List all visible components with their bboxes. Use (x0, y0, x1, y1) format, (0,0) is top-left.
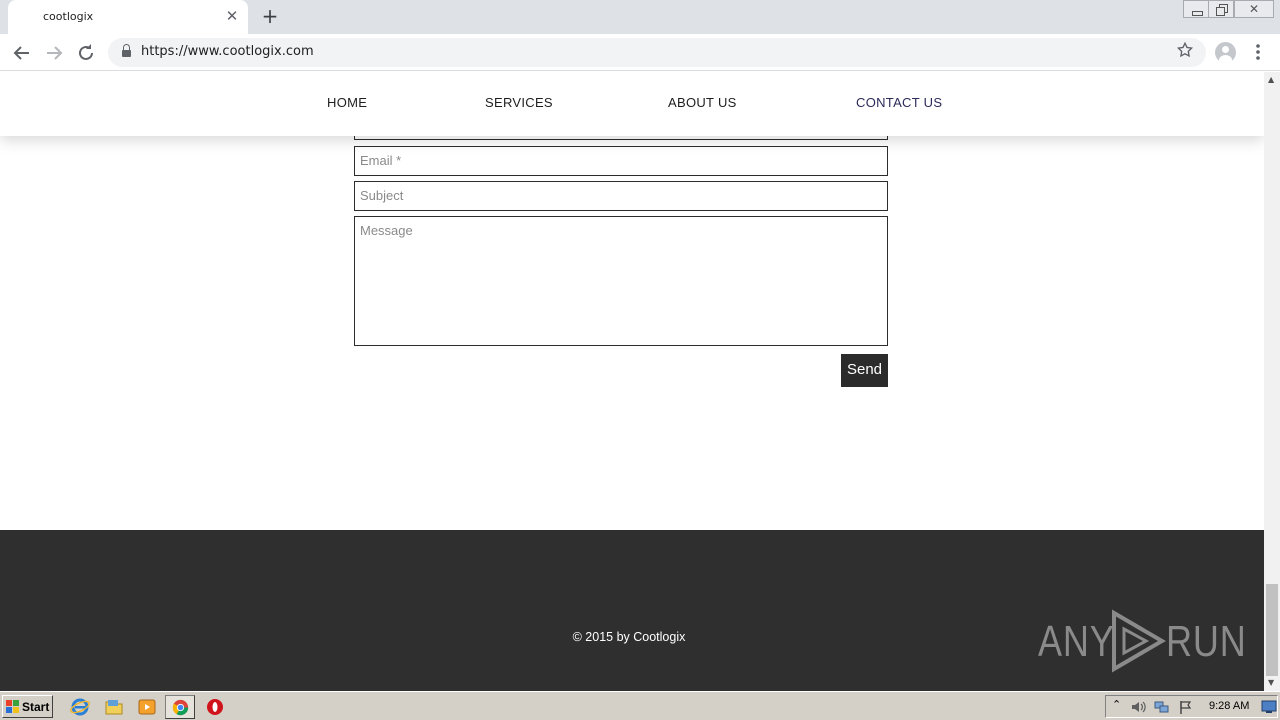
show-desktop-icon[interactable] (1261, 699, 1277, 714)
browser-tab[interactable]: cootlogix ✕ (8, 0, 248, 34)
scroll-thumb[interactable] (1266, 584, 1278, 676)
kebab-menu-icon[interactable] (1250, 41, 1266, 63)
folder-icon[interactable] (104, 697, 124, 717)
minimize-button[interactable] (1183, 0, 1209, 18)
taskbar-clock[interactable]: 9:28 AM (1209, 700, 1249, 712)
taskbar: Start ⌃ 9:28 AM (0, 691, 1280, 720)
watermark-right: RUN (1166, 617, 1247, 666)
internet-explorer-icon[interactable] (70, 697, 90, 717)
media-player-icon[interactable] (137, 697, 157, 717)
message-field[interactable]: Message (354, 216, 888, 346)
browser-toolbar: https://www.cootlogix.com (0, 34, 1280, 71)
close-icon: ✕ (1248, 2, 1260, 16)
subject-field[interactable]: Subject (354, 181, 888, 211)
nav-home[interactable]: HOME (327, 95, 367, 110)
site-footer: © 2015 by Cootlogix ANY RUN (0, 530, 1264, 691)
network-icon[interactable] (1154, 699, 1170, 715)
page-scrollbar[interactable]: ▲ ▼ (1264, 72, 1280, 691)
lock-icon[interactable] (122, 44, 131, 58)
chrome-icon (172, 699, 189, 716)
scroll-up-icon[interactable]: ▲ (1268, 75, 1274, 84)
site-nav: HOME SERVICES ABOUT US CONTACT US (0, 72, 1264, 136)
anyrun-watermark: ANY RUN (1038, 609, 1246, 673)
email-field[interactable]: Email * (354, 146, 888, 176)
page-viewport: HOME SERVICES ABOUT US CONTACT US Email … (0, 72, 1264, 691)
play-icon (1112, 609, 1166, 673)
chevron-up-icon[interactable]: ⌃ (1112, 698, 1121, 711)
reload-icon[interactable] (74, 41, 98, 65)
chrome-taskbar-button[interactable] (165, 695, 195, 719)
restore-button[interactable] (1208, 0, 1234, 18)
arrow-left-icon[interactable] (10, 41, 34, 65)
tab-title: cootlogix (43, 10, 94, 23)
send-button[interactable]: Send (841, 354, 888, 387)
arrow-right-icon[interactable] (42, 41, 66, 65)
address-bar[interactable]: https://www.cootlogix.com (108, 38, 1206, 67)
windows-logo-icon (6, 700, 19, 713)
start-button[interactable]: Start (2, 695, 53, 718)
volume-icon[interactable] (1130, 699, 1146, 715)
nav-about-us[interactable]: ABOUT US (668, 95, 737, 110)
url-text[interactable]: https://www.cootlogix.com (141, 44, 314, 59)
scroll-down-icon[interactable]: ▼ (1268, 678, 1274, 687)
close-icon[interactable]: ✕ (224, 6, 240, 26)
window-close-button[interactable]: ✕ (1234, 0, 1274, 18)
tab-strip: cootlogix ✕ + ✕ (0, 0, 1280, 34)
new-tab-icon[interactable]: + (259, 4, 281, 28)
watermark-left: ANY (1038, 617, 1115, 666)
star-icon[interactable] (1176, 41, 1194, 64)
nav-services[interactable]: SERVICES (485, 95, 553, 110)
start-label: Start (22, 700, 50, 714)
system-tray: ⌃ 9:28 AM (1105, 695, 1278, 718)
nav-contact-us[interactable]: CONTACT US (856, 95, 942, 110)
opera-icon[interactable] (205, 697, 225, 717)
avatar-icon[interactable] (1215, 42, 1236, 63)
action-center-flag-icon[interactable] (1178, 699, 1194, 715)
